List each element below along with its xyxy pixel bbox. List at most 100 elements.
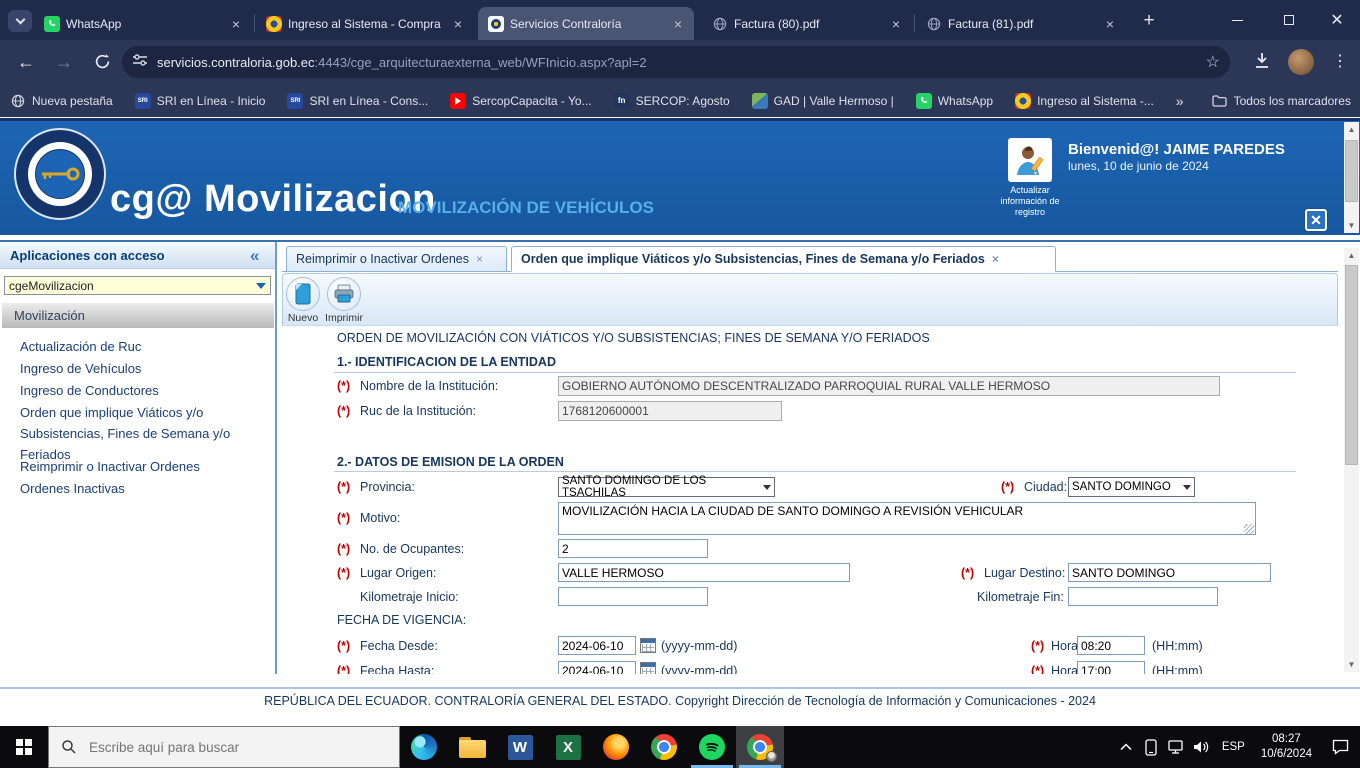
sidebar-group-header[interactable]: Movilización: [2, 303, 274, 328]
scrollbar-thumb[interactable]: [1345, 265, 1358, 465]
bookmark-item[interactable]: Ingreso al Sistema -...: [1015, 93, 1154, 109]
application-select[interactable]: cgeMovilizacion: [4, 276, 271, 295]
tab-whatsapp[interactable]: WhatsApp ×: [34, 7, 252, 40]
bookmark-item[interactable]: SercopCapacita - Yo...: [450, 93, 591, 109]
tab-close-icon[interactable]: ×: [1102, 16, 1118, 32]
url-bar[interactable]: servicios.contraloria.gob.ec:4443/cge_ar…: [122, 46, 1230, 78]
calendar-icon[interactable]: [640, 638, 656, 653]
taskbar-explorer-icon[interactable]: [448, 726, 496, 768]
scrollbar-thumb[interactable]: [1345, 140, 1358, 202]
content-tab-reimprimir[interactable]: Reimprimir o Inactivar Ordenes ×: [286, 246, 507, 272]
fecha-desde-input[interactable]: [558, 636, 636, 655]
tab-factura-80[interactable]: Factura (80).pdf ×: [702, 7, 912, 40]
sidebar-item-ordenes-inactivas[interactable]: Ordenes Inactivas: [20, 478, 265, 499]
sidebar-collapse-icon[interactable]: «: [250, 243, 259, 269]
tab-ingreso-sistema[interactable]: Ingreso al Sistema - Compra ×: [256, 7, 474, 40]
taskbar-edge-icon[interactable]: [400, 726, 448, 768]
tab-factura-81[interactable]: Factura (81).pdf ×: [916, 7, 1126, 40]
tray-phone-icon[interactable]: [1139, 739, 1164, 756]
window-minimize-button[interactable]: [1214, 0, 1260, 40]
browser-menu-icon[interactable]: ⋮: [1330, 49, 1350, 75]
back-button[interactable]: ←: [12, 48, 40, 76]
tab-close-icon[interactable]: ×: [476, 252, 483, 266]
update-registration-button[interactable]: [1008, 138, 1052, 182]
scroll-down-icon[interactable]: ▼: [1344, 218, 1359, 233]
destino-label: Lugar Destino:: [984, 566, 1065, 580]
nombre-input[interactable]: [558, 376, 1220, 396]
section-rule: [334, 372, 1296, 373]
destino-input[interactable]: [1068, 563, 1271, 582]
bookmark-star-icon[interactable]: ☆: [1206, 52, 1220, 72]
url-path: :4443/cge_arquitecturaexterna_web/WFInic…: [315, 55, 647, 70]
scroll-up-icon[interactable]: ▲: [1344, 248, 1359, 263]
window-close-button[interactable]: ✕: [1314, 0, 1360, 40]
bookmark-item[interactable]: SRI SRI en Línea - Inicio: [135, 93, 266, 109]
bookmark-item[interactable]: fn SERCOP: Agosto: [614, 93, 730, 109]
taskbar-clock[interactable]: 08:27 10/6/2024: [1253, 732, 1320, 762]
km-fin-input[interactable]: [1068, 587, 1218, 606]
print-button[interactable]: Imprimir: [325, 277, 363, 324]
bookmark-item[interactable]: GAD | Valle Hermoso |: [752, 93, 894, 109]
ruc-input[interactable]: [558, 401, 782, 421]
tab-close-icon[interactable]: ×: [228, 16, 244, 32]
maximize-icon: [1284, 15, 1294, 25]
sidebar-item-reimprimir[interactable]: Reimprimir o Inactivar Ordenes: [20, 456, 265, 477]
profile-avatar[interactable]: [1288, 49, 1314, 75]
provincia-select[interactable]: SANTO DOMINGO DE LOS TSACHILAS: [558, 477, 775, 497]
tray-volume-icon[interactable]: [1189, 740, 1214, 754]
ecuador-crest-icon: [1015, 93, 1031, 109]
tab-close-icon[interactable]: ×: [670, 16, 686, 32]
scroll-down-icon[interactable]: ▼: [1344, 657, 1359, 672]
sidebar-item-actualizacion-ruc[interactable]: Actualización de Ruc: [20, 336, 265, 357]
bookmark-item[interactable]: WhatsApp: [916, 93, 993, 109]
taskbar-chrome-icon[interactable]: [640, 726, 688, 768]
taskbar-word-icon[interactable]: W: [496, 726, 544, 768]
taskbar-search[interactable]: [48, 726, 400, 768]
download-icon[interactable]: [1252, 50, 1272, 77]
taskbar-spotify-icon[interactable]: [688, 726, 736, 768]
notification-center-icon[interactable]: [1320, 739, 1360, 755]
ciudad-select[interactable]: SANTO DOMINGO: [1068, 477, 1195, 497]
new-button[interactable]: Nuevo: [284, 277, 322, 324]
tab-servicios-contraloria[interactable]: Servicios Contraloría ×: [478, 7, 694, 40]
logout-close-button[interactable]: ✕: [1305, 209, 1327, 231]
fecha-desde-label: Fecha Desde:: [360, 639, 438, 653]
header-scrollbar[interactable]: ▲ ▼: [1344, 122, 1359, 233]
content-scrollbar[interactable]: ▲ ▼: [1344, 248, 1359, 672]
taskbar-firefox-icon[interactable]: [592, 726, 640, 768]
window-maximize-button[interactable]: [1266, 0, 1312, 40]
forward-button[interactable]: →: [50, 48, 78, 76]
nombre-label: Nombre de la Institución:: [360, 379, 498, 393]
start-button[interactable]: [0, 726, 48, 768]
bookmark-label: Ingreso al Sistema -...: [1037, 94, 1154, 108]
hora-desde-input[interactable]: [1077, 636, 1145, 655]
origen-input[interactable]: [558, 563, 850, 582]
resize-handle[interactable]: [1244, 524, 1254, 534]
taskbar-search-input[interactable]: [87, 739, 377, 756]
sidebar-item-ingreso-vehiculos[interactable]: Ingreso de Vehículos: [20, 358, 265, 379]
km-inicio-input[interactable]: [558, 587, 708, 606]
tab-close-icon[interactable]: ×: [888, 16, 904, 32]
tab-close-icon[interactable]: ×: [450, 16, 466, 32]
language-indicator[interactable]: ESP: [1214, 741, 1253, 753]
bookmark-item[interactable]: SRI SRI en Línea - Cons...: [287, 93, 428, 109]
bookmarks-overflow-icon[interactable]: »: [1176, 93, 1184, 109]
vigencia-label: FECHA DE VIGENCIA:: [337, 613, 466, 627]
site-info-icon[interactable]: [132, 52, 148, 73]
minimize-icon: [1232, 20, 1243, 21]
tab-close-icon[interactable]: ×: [992, 252, 999, 266]
taskbar-excel-icon[interactable]: X: [544, 726, 592, 768]
tray-network-icon[interactable]: [1164, 740, 1189, 754]
tab-search-button[interactable]: [8, 10, 32, 32]
reload-button[interactable]: [88, 48, 116, 76]
sidebar-item-ingreso-conductores[interactable]: Ingreso de Conductores: [20, 380, 265, 401]
all-bookmarks-button[interactable]: Todos los marcadores: [1212, 93, 1351, 109]
motivo-textarea[interactable]: MOVILIZACIÓN HACIA LA CIUDAD DE SANTO DO…: [558, 502, 1256, 535]
tray-chevron-up-icon[interactable]: [1114, 743, 1139, 751]
bookmark-item[interactable]: Nueva pestaña: [10, 93, 113, 109]
scroll-up-icon[interactable]: ▲: [1344, 122, 1359, 137]
content-tab-orden-viaticos[interactable]: Orden que implique Viáticos y/o Subsiste…: [511, 246, 1056, 272]
ocupantes-input[interactable]: [558, 539, 708, 558]
new-tab-button[interactable]: +: [1136, 9, 1162, 33]
taskbar-chrome-active-icon[interactable]: [736, 726, 784, 768]
